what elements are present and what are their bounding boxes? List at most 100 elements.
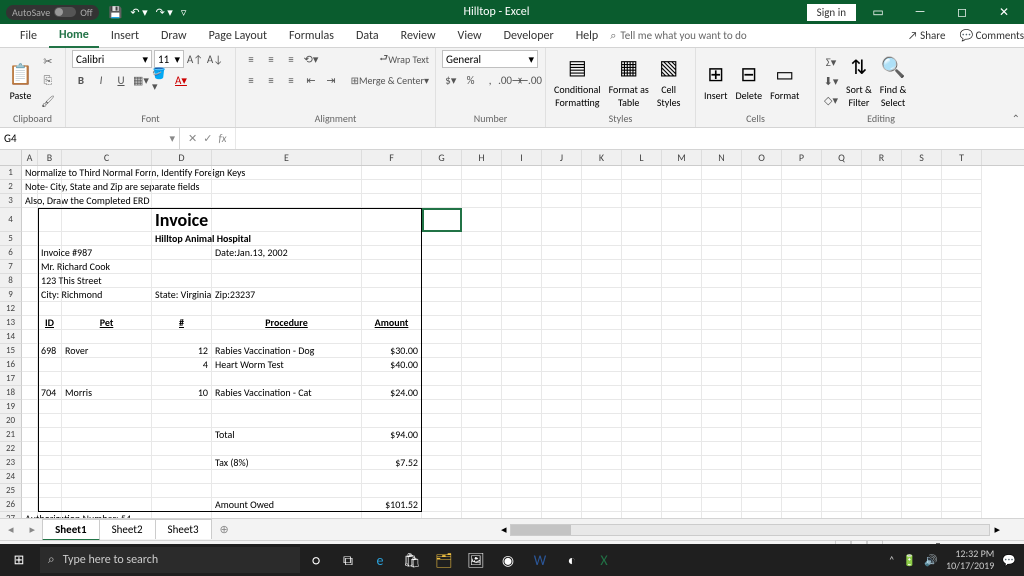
cell-E22[interactable] xyxy=(212,442,362,456)
col-header-J[interactable]: J xyxy=(542,150,582,165)
cell-N20[interactable] xyxy=(702,414,742,428)
cell-L15[interactable] xyxy=(622,344,662,358)
cell-I25[interactable] xyxy=(502,484,542,498)
cell-L25[interactable] xyxy=(622,484,662,498)
cell-B13[interactable]: ID xyxy=(38,316,62,330)
cell-M21[interactable] xyxy=(662,428,702,442)
cell-H14[interactable] xyxy=(462,330,502,344)
cell-O20[interactable] xyxy=(742,414,782,428)
cell-F7[interactable] xyxy=(362,260,422,274)
cell-F4[interactable] xyxy=(362,208,422,232)
explorer-icon[interactable]: 🗂 xyxy=(428,552,460,569)
cell-B5[interactable] xyxy=(38,232,62,246)
cell-E17[interactable] xyxy=(212,372,362,386)
cell-Q16[interactable] xyxy=(822,358,862,372)
cell-G19[interactable] xyxy=(422,400,462,414)
col-header-A[interactable]: A xyxy=(22,150,38,165)
cell-J19[interactable] xyxy=(542,400,582,414)
cell-A16[interactable] xyxy=(22,358,38,372)
cell-K5[interactable] xyxy=(582,232,622,246)
scroll-right-icon[interactable]: ▸ xyxy=(990,523,1004,536)
battery-icon[interactable]: 🔋 xyxy=(903,554,917,567)
decrease-decimal-icon[interactable]: ←.00 xyxy=(521,71,539,89)
cell-B17[interactable] xyxy=(38,372,62,386)
cell-P14[interactable] xyxy=(782,330,822,344)
cell-E21[interactable]: Total xyxy=(212,428,362,442)
cell-E12[interactable] xyxy=(212,302,362,316)
cell-J8[interactable] xyxy=(542,274,582,288)
cell-L14[interactable] xyxy=(622,330,662,344)
cut-icon[interactable]: ✂ xyxy=(39,52,57,70)
cell-B15[interactable]: 698 xyxy=(38,344,62,358)
cell-B12[interactable] xyxy=(38,302,62,316)
cell-L16[interactable] xyxy=(622,358,662,372)
cell-I5[interactable] xyxy=(502,232,542,246)
cell-R23[interactable] xyxy=(862,456,902,470)
cell-E19[interactable] xyxy=(212,400,362,414)
cell-P26[interactable] xyxy=(782,498,822,512)
cell-F1[interactable] xyxy=(362,166,422,180)
cell-L19[interactable] xyxy=(622,400,662,414)
format-table-button[interactable]: ▦Format as Table xyxy=(607,54,651,109)
cell-O12[interactable] xyxy=(742,302,782,316)
cell-A12[interactable] xyxy=(22,302,38,316)
cell-E18[interactable]: Rabies Vaccination - Cat xyxy=(212,386,362,400)
cell-N13[interactable] xyxy=(702,316,742,330)
col-header-B[interactable]: B xyxy=(38,150,62,165)
cell-J12[interactable] xyxy=(542,302,582,316)
cell-D23[interactable] xyxy=(152,456,212,470)
cell-S14[interactable] xyxy=(902,330,942,344)
cell-J16[interactable] xyxy=(542,358,582,372)
cell-P17[interactable] xyxy=(782,372,822,386)
cell-B3[interactable] xyxy=(38,194,62,208)
format-cells-button[interactable]: ▭Format xyxy=(768,60,801,102)
cell-P4[interactable] xyxy=(782,208,822,232)
font-name-select[interactable]: Calibri▾ xyxy=(72,50,152,68)
cell-R16[interactable] xyxy=(862,358,902,372)
cell-O15[interactable] xyxy=(742,344,782,358)
cell-L1[interactable] xyxy=(622,166,662,180)
cell-Q2[interactable] xyxy=(822,180,862,194)
cell-T25[interactable] xyxy=(942,484,982,498)
cell-G8[interactable] xyxy=(422,274,462,288)
cell-L3[interactable] xyxy=(622,194,662,208)
col-header-T[interactable]: T xyxy=(942,150,982,165)
cell-T3[interactable] xyxy=(942,194,982,208)
cell-T12[interactable] xyxy=(942,302,982,316)
cell-T14[interactable] xyxy=(942,330,982,344)
cell-E14[interactable] xyxy=(212,330,362,344)
cell-I4[interactable] xyxy=(502,208,542,232)
cell-T23[interactable] xyxy=(942,456,982,470)
sheet-tab-sheet3[interactable]: Sheet3 xyxy=(155,519,212,539)
store-icon[interactable]: 🛍 xyxy=(396,552,428,569)
cell-L13[interactable] xyxy=(622,316,662,330)
align-top-icon[interactable]: ≡ xyxy=(242,50,260,68)
cell-I20[interactable] xyxy=(502,414,542,428)
cell-T1[interactable] xyxy=(942,166,982,180)
cell-D6[interactable] xyxy=(152,246,212,260)
tab-draw[interactable]: Draw xyxy=(151,25,197,47)
cell-G24[interactable] xyxy=(422,470,462,484)
cell-P9[interactable] xyxy=(782,288,822,302)
cell-H2[interactable] xyxy=(462,180,502,194)
clock[interactable]: 12:32 PM 10/17/2019 xyxy=(946,548,994,572)
cell-R4[interactable] xyxy=(862,208,902,232)
cell-J14[interactable] xyxy=(542,330,582,344)
cell-J20[interactable] xyxy=(542,414,582,428)
cell-L8[interactable] xyxy=(622,274,662,288)
row-header[interactable]: 17 xyxy=(0,372,22,386)
cell-D18[interactable]: 10 xyxy=(152,386,212,400)
minimize-icon[interactable]: — xyxy=(900,5,940,19)
cell-A6[interactable] xyxy=(22,246,38,260)
cell-K22[interactable] xyxy=(582,442,622,456)
cell-C15[interactable]: Rover xyxy=(62,344,152,358)
cell-B21[interactable] xyxy=(38,428,62,442)
cell-E9[interactable]: Zip:23237 xyxy=(212,288,362,302)
cell-Q17[interactable] xyxy=(822,372,862,386)
cell-J15[interactable] xyxy=(542,344,582,358)
row-header[interactable]: 18 xyxy=(0,386,22,400)
cell-C9[interactable] xyxy=(62,288,152,302)
cell-L21[interactable] xyxy=(622,428,662,442)
cell-B25[interactable] xyxy=(38,484,62,498)
cell-C20[interactable] xyxy=(62,414,152,428)
